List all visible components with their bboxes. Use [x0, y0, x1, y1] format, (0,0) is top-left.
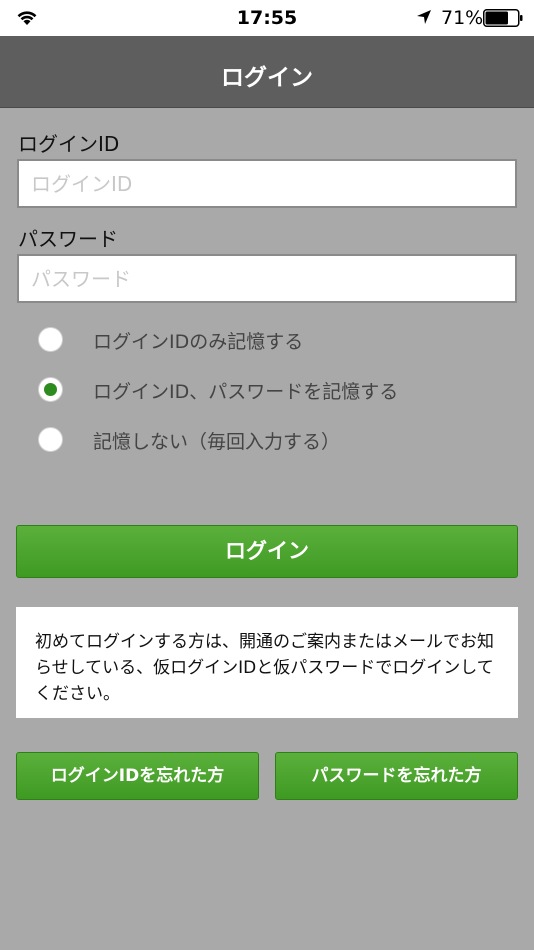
forgot-login-id-button[interactable]: ログインIDを忘れた方 — [16, 752, 259, 800]
login-notice: 初めてログインする方は、開通のご案内またはメールでお知らせしている、仮ログインI… — [16, 607, 518, 718]
forgot-password-button[interactable]: パスワードを忘れた方 — [275, 752, 518, 800]
remember-option-id-only[interactable]: ログインIDのみ記憶する — [38, 326, 498, 354]
remember-option-none[interactable]: 記憶しない（毎回入力する） — [38, 426, 498, 454]
login-notice-text: 初めてログインする方は、開通のご案内またはメールでお知らせしている、仮ログインI… — [35, 632, 494, 704]
password-label: パスワード — [18, 227, 118, 251]
remember-option-label: ログインID、パスワードを記憶する — [93, 381, 399, 403]
nav-bar: ログイン — [0, 36, 534, 108]
remember-option-label: ログインIDのみ記憶する — [93, 331, 304, 353]
login-button[interactable]: ログイン — [16, 525, 518, 578]
page-title: ログイン — [221, 65, 313, 91]
status-bar: 17:55 71% — [0, 0, 534, 36]
remember-option-id-and-password[interactable]: ログインID、パスワードを記憶する — [38, 376, 498, 404]
remember-option-label: 記憶しない（毎回入力する） — [93, 431, 341, 453]
location-arrow-icon — [417, 10, 431, 24]
password-input[interactable] — [17, 254, 517, 303]
radio-button[interactable] — [38, 427, 63, 452]
battery-percent: 71% — [441, 7, 484, 29]
radio-button-selected[interactable] — [38, 377, 63, 402]
login-id-input[interactable] — [17, 159, 517, 208]
radio-button[interactable] — [38, 327, 63, 352]
login-id-label: ログインID — [18, 132, 120, 156]
battery-icon — [483, 9, 523, 27]
